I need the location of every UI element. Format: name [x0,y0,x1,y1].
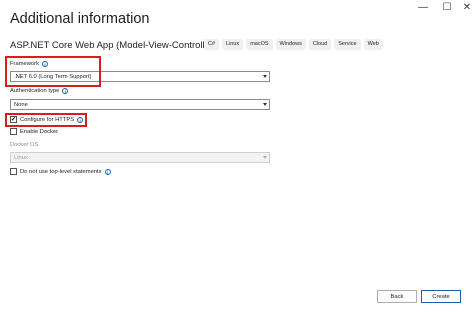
info-icon[interactable]: i [62,88,69,94]
docker-os-label-text: Docker OS [10,142,39,148]
docker-label: Enable Docker [20,128,59,135]
authentication-label-text: Authentication type [10,88,60,94]
page-title: Additional information [10,11,150,27]
chevron-down-icon [263,75,267,78]
tag-linux: Linux [222,39,244,50]
tag-web: Web [363,39,383,50]
top-level-checkbox-row[interactable]: Do not use top-level statements i [10,168,111,175]
authentication-select[interactable]: None [10,99,270,110]
https-highlight [5,113,87,127]
chevron-down-icon [263,156,267,159]
chevron-down-icon [263,103,267,106]
tag-windows: Windows [275,39,306,50]
top-level-checkbox[interactable] [10,168,17,175]
info-icon[interactable]: i [104,168,111,175]
docker-os-select: Linux [10,152,270,163]
tag-service: Service [334,39,361,50]
authentication-label: Authentication type i [10,88,69,94]
minimize-button[interactable]: — [410,0,436,14]
docker-checkbox[interactable] [10,128,17,135]
project-name: ASP.NET Core Web App (Model-View-Control… [10,40,217,51]
authentication-value: None [14,101,28,108]
docker-checkbox-row[interactable]: Enable Docker [10,128,58,135]
docker-os-label: Docker OS [10,142,38,148]
close-button[interactable]: ✕ [454,0,474,14]
docker-os-value: Linux [14,154,28,161]
top-level-label: Do not use top-level statements [20,168,102,175]
create-button[interactable]: Create [421,290,461,303]
tag-csharp: C# [204,39,220,50]
framework-highlight [5,56,101,87]
back-button[interactable]: Back [377,290,417,303]
project-tags: C# Linux macOS Windows Cloud Service Web [204,39,383,50]
tag-cloud: Cloud [308,39,332,50]
tag-macos: macOS [246,39,273,50]
